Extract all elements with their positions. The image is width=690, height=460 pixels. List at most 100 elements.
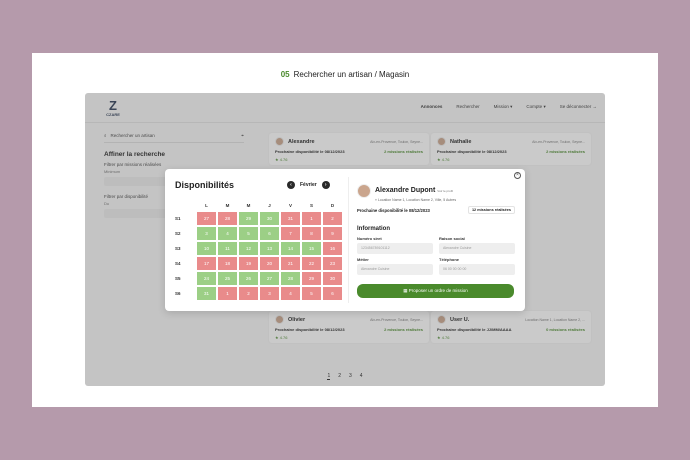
calendar-day-available[interactable]: 11: [217, 241, 238, 256]
calendar-day-unavailable[interactable]: 2: [322, 211, 343, 226]
calendar-day-available[interactable]: 4: [217, 226, 238, 241]
current-month: Février: [300, 182, 317, 188]
calendar-day-available[interactable]: 31: [196, 286, 217, 301]
page-link-2[interactable]: 2: [338, 373, 341, 380]
propose-mission-label: Proposer un ordre de mission: [408, 288, 468, 293]
calendar-day-available[interactable]: 13: [259, 241, 280, 256]
calendar-day-available[interactable]: 10: [196, 241, 217, 256]
calendar-day-available[interactable]: 28: [280, 271, 301, 286]
calendar-day-available[interactable]: 3: [196, 226, 217, 241]
app-window: Z CZARE Annonces Rechercher Mission ▾ Co…: [85, 93, 605, 386]
view-profile-link[interactable]: Voir le profil: [437, 189, 453, 193]
section-number: 05: [280, 70, 290, 79]
calendar-day-unavailable[interactable]: 16: [322, 241, 343, 256]
location-pin-icon: ⌖: [375, 198, 377, 202]
week-label: S1: [175, 216, 181, 221]
calendar-day-available[interactable]: 24: [196, 271, 217, 286]
avatar: [357, 183, 371, 198]
availability-modal: × Disponibilités ‹ Février › L M M J V S D S1 2…: [165, 169, 525, 311]
calendar-day-unavailable[interactable]: 20: [259, 256, 280, 271]
calendar-day-unavailable[interactable]: 21: [280, 256, 301, 271]
pagination: 1 2 3 4: [85, 373, 605, 380]
page-link-3[interactable]: 3: [349, 373, 352, 380]
calendar-day-available[interactable]: 12: [238, 241, 259, 256]
calendar-day-unavailable[interactable]: 30: [322, 271, 343, 286]
calendar-day-unavailable[interactable]: 1: [301, 211, 322, 226]
week-label: S4: [175, 261, 181, 266]
weekday-header: M: [225, 203, 230, 208]
calendar-day-unavailable[interactable]: 3: [259, 286, 280, 301]
week-label: S6: [175, 291, 181, 296]
calendar-day-unavailable[interactable]: 22: [301, 256, 322, 271]
calendar-day-unavailable[interactable]: 29: [301, 271, 322, 286]
raison-social-field: Alexandre Cuisine: [439, 243, 515, 254]
siret-field: 123456789101112: [357, 243, 433, 254]
calendar-week-row: S5 24 25 26 27 28 29 30: [175, 271, 343, 286]
calendar-day-unavailable[interactable]: 5: [301, 286, 322, 301]
week-column-header: [175, 200, 196, 211]
artisan-profile-panel: Alexandre Dupont Voir le profil ⌖ Locatio…: [357, 179, 515, 298]
week-label: S3: [175, 246, 181, 251]
telephone-field: 06 00 00 00 00: [439, 264, 515, 275]
calendar-day-unavailable[interactable]: 8: [301, 226, 322, 241]
calendar-day-unavailable[interactable]: 1: [217, 286, 238, 301]
field-raison-social: Raison social Alexandre Cuisine: [439, 236, 515, 254]
section-heading: 05 Rechercher un artisan / Magasin: [32, 70, 658, 79]
month-navigator: ‹ Février ›: [287, 181, 330, 189]
field-metier: Métier Alexandre Cuisine: [357, 257, 433, 275]
information-title: Information: [357, 226, 390, 232]
calendar-week-row: S6 31 1 2 3 4 5 6: [175, 286, 343, 301]
calendar-icon: ▦: [403, 288, 408, 293]
field-telephone: Téléphone 06 00 00 00 00: [439, 257, 515, 275]
calendar-day-unavailable[interactable]: 27: [196, 211, 217, 226]
profile-name: Alexandre Dupont: [375, 187, 436, 194]
weekday-header: M: [246, 203, 251, 208]
profile-location: ⌖ Location Name 1, Location Name 2, Vill…: [375, 198, 456, 202]
calendar-week-row: S2 3 4 5 6 7 8 9: [175, 226, 343, 241]
calendar-day-available[interactable]: 14: [280, 241, 301, 256]
weekday-header: J: [268, 203, 271, 208]
calendar-week-row: S1 27 28 29 30 31 1 2: [175, 211, 343, 226]
information-fields: Numéro siret 123456789101112 Raison socia…: [357, 236, 515, 275]
missions-badge: 12 missions réalisées: [467, 206, 515, 214]
week-label: S2: [175, 231, 181, 236]
calendar-day-available[interactable]: 26: [238, 271, 259, 286]
profile-location-text: Location Name 1, Location Name 2, Ville,…: [377, 198, 457, 202]
calendar-day-available[interactable]: 29: [238, 211, 259, 226]
presentation-sheet: 05 Rechercher un artisan / Magasin Z CZAR…: [32, 53, 658, 407]
profile-availability: Prochaine disponibilité le 08/12/2023: [357, 207, 430, 213]
page-link-4[interactable]: 4: [360, 373, 363, 380]
field-label: Numéro siret: [357, 236, 382, 241]
calendar-day-unavailable[interactable]: 31: [280, 211, 301, 226]
calendar-day-unavailable[interactable]: 28: [217, 211, 238, 226]
weekday-header: V: [288, 203, 292, 208]
calendar-day-unavailable[interactable]: 4: [280, 286, 301, 301]
section-title: Rechercher un artisan / Magasin: [293, 70, 410, 79]
field-label: Métier: [357, 257, 369, 262]
close-icon[interactable]: ×: [514, 172, 521, 179]
calendar-day-available[interactable]: 30: [259, 211, 280, 226]
calendar-day-unavailable[interactable]: 9: [322, 226, 343, 241]
calendar-day-unavailable[interactable]: 18: [217, 256, 238, 271]
modal-divider: [348, 177, 349, 303]
calendar-week-row: S3 10 11 12 13 14 15 16: [175, 241, 343, 256]
calendar-day-unavailable[interactable]: 19: [238, 256, 259, 271]
calendar-day-available[interactable]: 27: [259, 271, 280, 286]
calendar-day-unavailable[interactable]: 23: [322, 256, 343, 271]
chevron-left-icon[interactable]: ‹: [287, 181, 295, 189]
calendar-title: Disponibilités: [175, 180, 235, 190]
page-link-1[interactable]: 1: [327, 373, 331, 380]
calendar-day-available[interactable]: 6: [259, 226, 280, 241]
calendar-day-available[interactable]: 25: [217, 271, 238, 286]
calendar-week-row: S4 17 18 19 20 21 22 23: [175, 256, 343, 271]
propose-mission-button[interactable]: ▦ Proposer un ordre de mission: [357, 284, 514, 298]
chevron-right-icon[interactable]: ›: [321, 181, 330, 189]
calendar-day-unavailable[interactable]: 6: [322, 286, 343, 301]
calendar-day-available[interactable]: 5: [238, 226, 259, 241]
calendar-day-unavailable[interactable]: 17: [196, 256, 217, 271]
calendar-day-available[interactable]: 15: [301, 241, 322, 256]
calendar-day-unavailable[interactable]: 7: [280, 226, 301, 241]
weekday-header: D: [330, 203, 335, 208]
calendar-day-unavailable[interactable]: 2: [238, 286, 259, 301]
field-label: Raison social: [439, 236, 465, 241]
